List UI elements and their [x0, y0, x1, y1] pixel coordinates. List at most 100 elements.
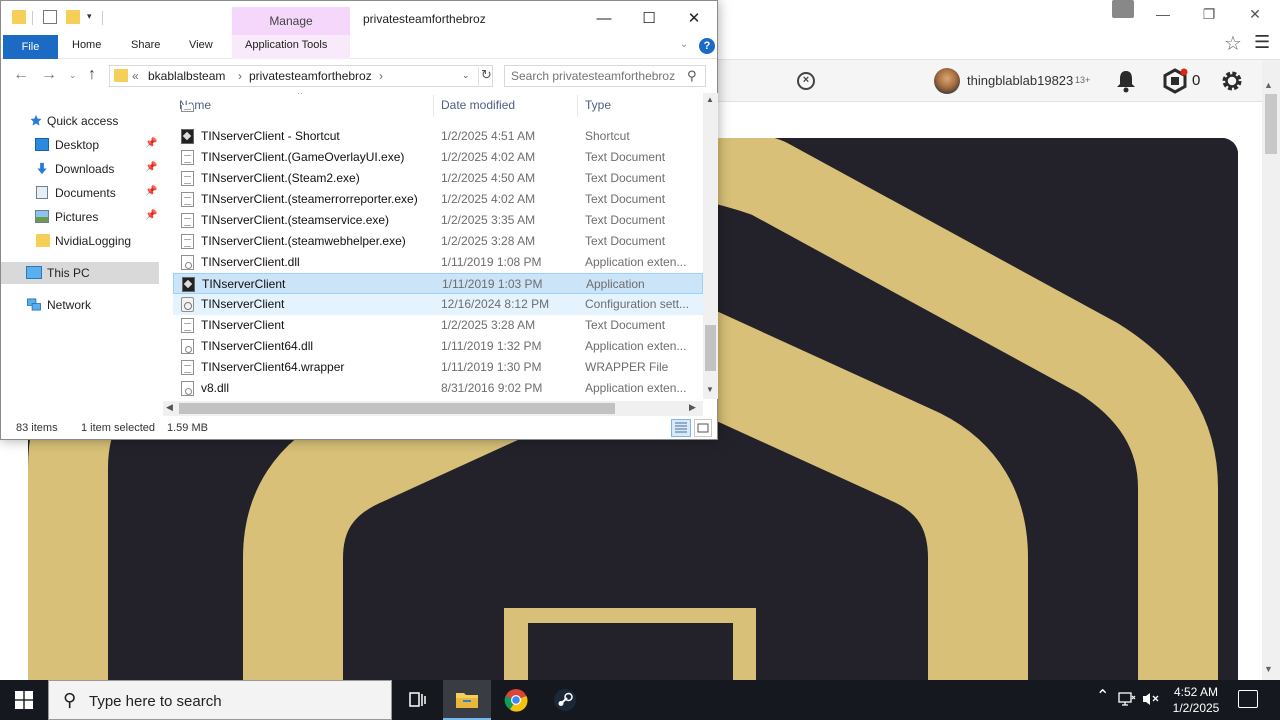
bookmark-star-icon[interactable]: ☆	[1224, 31, 1242, 56]
browser-profile-icon[interactable]	[1112, 0, 1134, 18]
address-dropdown-icon[interactable]: ⌄	[462, 70, 470, 81]
breadcrumb-separator[interactable]: ›	[379, 69, 383, 83]
help-icon[interactable]: ?	[699, 38, 715, 54]
nav-item-desktop[interactable]: Desktop 📌	[1, 134, 159, 156]
nav-item-quick-access[interactable]: Quick access	[1, 110, 159, 132]
taskbar-chrome[interactable]	[492, 680, 540, 720]
table-row-partial[interactable]	[173, 105, 703, 117]
table-row[interactable]: TINserverClient.(steamerrorreporter.exe)…	[173, 189, 703, 210]
scroll-right-button[interactable]: ▶	[689, 402, 696, 413]
properties-check-icon[interactable]	[43, 10, 57, 24]
ribbon-expand-icon[interactable]: ⌄	[680, 39, 688, 50]
browser-close-button[interactable]: ✕	[1232, 0, 1278, 28]
back-button[interactable]: ←	[13, 66, 29, 84]
file-date-modified: 1/11/2019 1:30 PM	[441, 360, 542, 374]
computer-icon	[26, 266, 42, 279]
forward-button[interactable]: →	[41, 66, 57, 84]
details-view-button[interactable]	[671, 419, 691, 437]
scroll-down-button[interactable]: ▼	[706, 385, 714, 394]
volume-muted-icon[interactable]	[1142, 691, 1160, 707]
network-icon[interactable]	[1118, 691, 1136, 707]
explorer-maximize-button[interactable]: ☐	[626, 5, 672, 31]
refresh-icon[interactable]: ↻	[478, 67, 493, 87]
pin-icon[interactable]: 📌	[145, 162, 157, 173]
gear-icon[interactable]	[1219, 68, 1245, 94]
pin-icon[interactable]: 📌	[145, 210, 157, 221]
table-row[interactable]: TINserverClient64.dll 1/11/2019 1:32 PM Ap…	[173, 336, 703, 357]
browser-scroll-up[interactable]: ▲	[1264, 80, 1273, 90]
explorer-minimize-button[interactable]: —	[581, 5, 627, 31]
address-bar[interactable]: « bkablalbsteam › privatesteamforthebroz…	[109, 65, 493, 87]
tab-file[interactable]: File	[3, 35, 58, 59]
browser-restore-button[interactable]: ❐	[1186, 0, 1232, 28]
breadcrumb-overflow[interactable]: «	[132, 69, 139, 83]
up-button[interactable]: ↑	[88, 66, 96, 84]
clock-date: 1/2/2025	[1172, 701, 1220, 715]
table-row[interactable]: TINserverClient.(steamwebhelper.exe) 1/2/…	[173, 231, 703, 252]
breadcrumb-bkablalbsteam[interactable]: bkablalbsteam	[148, 69, 225, 83]
large-icons-view-button[interactable]	[694, 419, 712, 437]
breadcrumb-separator[interactable]: ›	[238, 69, 242, 83]
browser-minimize-button[interactable]: —	[1140, 0, 1186, 28]
tab-share[interactable]: Share	[131, 39, 160, 51]
nav-item-downloads[interactable]: Downloads 📌	[1, 158, 159, 180]
tray-overflow-chevron[interactable]: ⌃	[1096, 686, 1109, 706]
scroll-up-button[interactable]: ▲	[706, 95, 714, 104]
pin-icon[interactable]: 📌	[145, 138, 157, 149]
horizontal-scrollbar[interactable]: ◀ ▶	[163, 401, 703, 416]
search-box[interactable]: ⚲	[504, 65, 706, 87]
quick-access-dropdown[interactable]: ▾	[87, 11, 92, 22]
horizontal-scroll-thumb[interactable]	[179, 403, 615, 414]
scroll-left-button[interactable]: ◀	[166, 402, 173, 413]
avatar[interactable]	[934, 68, 960, 94]
table-row[interactable]: v8.dll 8/31/2016 9:02 PM Application exten…	[173, 378, 703, 399]
robux-icon[interactable]	[1162, 68, 1188, 94]
bell-icon[interactable]	[1113, 68, 1139, 94]
taskbar-steam[interactable]	[541, 680, 589, 720]
tab-application-tools[interactable]: Application Tools	[245, 39, 327, 51]
table-row[interactable]: TINserverClient.(steamservice.exe) 1/2/20…	[173, 210, 703, 231]
vertical-scroll-thumb[interactable]	[705, 325, 716, 371]
search-icon[interactable]: ⚲	[687, 68, 697, 84]
browser-menu-icon[interactable]: ☰	[1254, 32, 1270, 53]
breadcrumb-privatesteamforthebroz[interactable]: privatesteamforthebroz	[249, 69, 372, 83]
browser-scroll-thumb[interactable]	[1265, 94, 1277, 154]
username[interactable]: thingblablab19823	[967, 73, 1073, 88]
start-button[interactable]	[0, 680, 48, 720]
table-row[interactable]: TINserverClient.dll 1/11/2019 1:08 PM Appl…	[173, 252, 703, 273]
new-folder-icon[interactable]	[66, 10, 80, 24]
search-clear-icon[interactable]: ×	[797, 72, 815, 90]
table-row[interactable]: TINserverClient 1/11/2019 1:03 PM Applicat…	[173, 273, 703, 294]
browser-scroll-down[interactable]: ▼	[1264, 664, 1273, 674]
table-row[interactable]: TINserverClient.(Steam2.exe) 1/2/2025 4:5…	[173, 168, 703, 189]
taskbar-search-box[interactable]: ⚲ Type here to search	[48, 680, 392, 720]
browser-address-bar[interactable]	[716, 30, 1216, 56]
file-type: Application	[586, 277, 645, 291]
taskbar-file-explorer[interactable]	[443, 680, 491, 720]
vertical-scrollbar[interactable]: ▲ ▼	[703, 93, 718, 399]
file-type: Application exten...	[585, 339, 687, 353]
task-view-button[interactable]	[394, 680, 442, 720]
table-row[interactable]: TINserverClient.(GameOverlayUI.exe) 1/2/2…	[173, 147, 703, 168]
recent-locations-button[interactable]: ⌄	[69, 70, 77, 81]
explorer-close-button[interactable]: ✕	[671, 5, 717, 31]
search-input[interactable]	[511, 68, 679, 84]
nav-item-documents[interactable]: Documents 📌	[1, 182, 159, 204]
pin-icon[interactable]: 📌	[145, 186, 157, 197]
table-row[interactable]: TINserverClient 12/16/2024 8:12 PM Configu…	[173, 294, 703, 315]
file-name: TINserverClient64.wrapper	[201, 360, 345, 374]
table-row[interactable]: TINserverClient64.wrapper 1/11/2019 1:30 …	[173, 357, 703, 378]
taskbar-clock[interactable]: 4:52 AM 1/2/2025	[1166, 684, 1226, 716]
nav-item-network[interactable]: Network	[1, 294, 159, 316]
text-document-icon	[181, 150, 194, 165]
tab-home[interactable]: Home	[72, 39, 101, 51]
dll-icon	[181, 255, 194, 270]
nav-item-pictures[interactable]: Pictures 📌	[1, 206, 159, 228]
notification-center-icon[interactable]	[1238, 690, 1258, 708]
tab-manage[interactable]: Manage	[232, 7, 350, 35]
tab-view[interactable]: View	[189, 39, 213, 51]
table-row[interactable]: TINserverClient 1/2/2025 3:28 AM Text Docu…	[173, 315, 703, 336]
nav-item-nvidialogging[interactable]: NvidiaLogging	[1, 230, 159, 252]
table-row[interactable]: TINserverClient - Shortcut 1/2/2025 4:51 …	[173, 126, 703, 147]
nav-item-this-pc[interactable]: This PC	[1, 262, 159, 284]
